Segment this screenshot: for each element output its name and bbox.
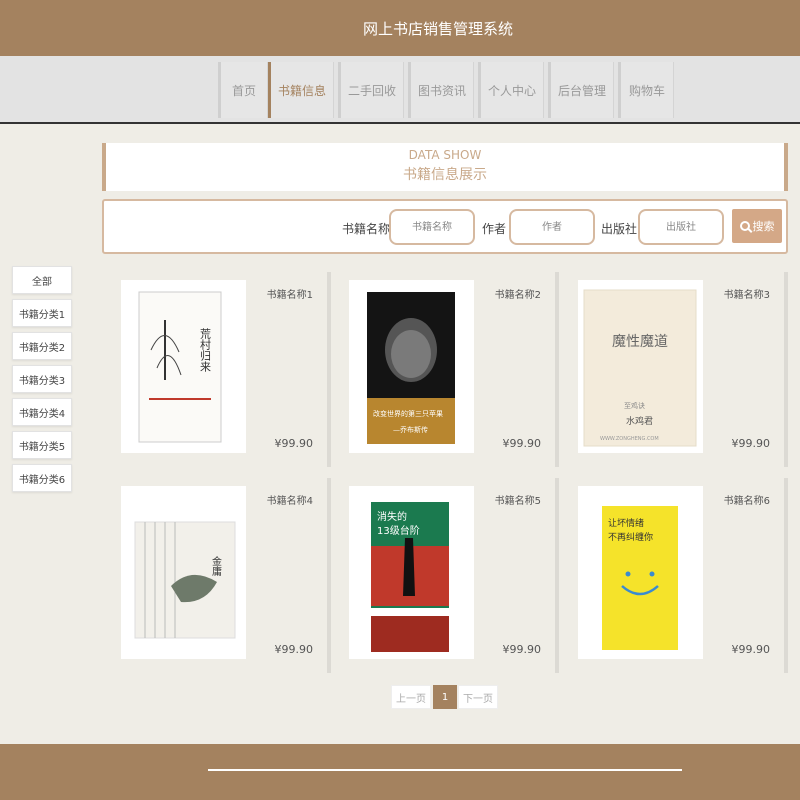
current-page-button[interactable]: 1 xyxy=(433,685,457,709)
book-price: ¥99.90 xyxy=(731,437,771,450)
search-icon xyxy=(739,221,750,231)
book-name: 书籍名称5 xyxy=(494,496,541,507)
svg-text:荒村归来: 荒村归来 xyxy=(199,328,212,372)
book-cover-image[interactable]: 消失的 13级台阶 xyxy=(349,486,474,659)
book-cover-image[interactable]: 荒村归来 xyxy=(121,280,246,453)
nav-book-news[interactable]: 图书资讯 xyxy=(408,62,474,118)
svg-text:—乔布斯传: —乔布斯传 xyxy=(393,425,428,434)
nav-personal-center[interactable]: 个人中心 xyxy=(478,62,544,118)
book-card[interactable]: 让坏情绪 不再纠缠你 书籍名称6 ¥99.90 xyxy=(578,478,788,673)
book-card[interactable]: 荒村归来 书籍名称1 ¥99.90 xyxy=(121,272,331,467)
book-cover-image[interactable]: 魔性魔道 至鸡诀 水鸡君 WWW.ZONGHENG.COM xyxy=(578,280,703,453)
book-name: 书籍名称3 xyxy=(723,290,770,301)
book-cover-art: 魔性魔道 至鸡诀 水鸡君 WWW.ZONGHENG.COM xyxy=(583,289,697,447)
svg-text:不再纠缠你: 不再纠缠你 xyxy=(608,531,653,543)
book-cover-art: 消失的 13级台阶 xyxy=(371,502,449,652)
book-price: ¥99.90 xyxy=(502,643,542,656)
site-title: 网上书店销售管理系统 xyxy=(362,19,513,38)
header: 网上书店销售管理系统 xyxy=(0,0,800,56)
banner-cn-title: 书籍信息展示 xyxy=(403,167,487,183)
search-button-label: 搜索 xyxy=(752,220,775,233)
svg-text:水鸡君: 水鸡君 xyxy=(626,415,653,427)
author-input[interactable] xyxy=(509,209,595,245)
book-card[interactable]: 改变世界的第三只苹果 —乔布斯传 书籍名称2 ¥99.90 xyxy=(349,272,559,467)
book-cover-art: 让坏情绪 不再纠缠你 xyxy=(602,506,678,650)
card-divider xyxy=(555,272,559,467)
main-nav: 首页 书籍信息 二手回收 图书资讯 个人中心 后台管理 购物车 xyxy=(0,56,800,124)
book-name-label: 书籍名称 xyxy=(342,222,391,236)
svg-text:改变世界的第三只苹果: 改变世界的第三只苹果 xyxy=(373,409,443,418)
author-label: 作者 xyxy=(482,222,507,236)
book-cover-image[interactable]: 让坏情绪 不再纠缠你 xyxy=(578,486,703,659)
svg-text:13级台阶: 13级台阶 xyxy=(377,524,420,537)
card-divider xyxy=(784,478,788,673)
category-item[interactable]: 书籍分类2 xyxy=(12,332,72,360)
book-price: ¥99.90 xyxy=(731,643,771,656)
book-price: ¥99.90 xyxy=(274,643,314,656)
footer-divider xyxy=(208,769,682,771)
category-all[interactable]: 全部 xyxy=(12,266,72,294)
category-item[interactable]: 书籍分类4 xyxy=(12,398,72,426)
svg-text:金庸: 金庸 xyxy=(210,555,222,577)
book-card[interactable]: 魔性魔道 至鸡诀 水鸡君 WWW.ZONGHENG.COM 书籍名称3 ¥99.… xyxy=(578,272,788,467)
nav-cart[interactable]: 购物车 xyxy=(618,62,674,118)
book-cover-image[interactable]: 改变世界的第三只苹果 —乔布斯传 xyxy=(349,280,474,453)
card-divider xyxy=(327,272,331,467)
card-divider xyxy=(555,478,559,673)
book-price: ¥99.90 xyxy=(502,437,542,450)
book-card[interactable]: 消失的 13级台阶 书籍名称5 ¥99.90 xyxy=(349,478,559,673)
search-bar: 书籍名称 作者 出版社 搜索 xyxy=(102,199,788,254)
category-item[interactable]: 书籍分类1 xyxy=(12,299,72,327)
prev-page-button[interactable]: 上一页 xyxy=(391,685,431,709)
book-name: 书籍名称6 xyxy=(723,496,770,507)
banner-en-title: DATA SHOW xyxy=(408,148,482,162)
book-cover-art: 改变世界的第三只苹果 —乔布斯传 xyxy=(367,292,455,444)
svg-text:WWW.ZONGHENG.COM: WWW.ZONGHENG.COM xyxy=(600,436,659,442)
next-page-button[interactable]: 下一页 xyxy=(458,685,498,709)
svg-text:魔性魔道: 魔性魔道 xyxy=(612,334,668,350)
svg-text:让坏情绪: 让坏情绪 xyxy=(608,517,644,529)
book-cover-art: 金庸 xyxy=(134,521,236,639)
publisher-label: 出版社 xyxy=(601,222,638,236)
book-card[interactable]: 金庸 书籍名称4 ¥99.90 xyxy=(121,478,331,673)
nav-admin[interactable]: 后台管理 xyxy=(548,62,614,118)
book-name: 书籍名称4 xyxy=(266,496,313,507)
category-item[interactable]: 书籍分类3 xyxy=(12,365,72,393)
publisher-input[interactable] xyxy=(638,209,724,245)
book-price: ¥99.90 xyxy=(274,437,314,450)
search-button[interactable]: 搜索 xyxy=(732,209,782,243)
nav-home[interactable]: 首页 xyxy=(218,62,268,118)
category-item[interactable]: 书籍分类6 xyxy=(12,464,72,492)
category-item[interactable]: 书籍分类5 xyxy=(12,431,72,459)
svg-text:至鸡诀: 至鸡诀 xyxy=(624,401,645,410)
book-name-input[interactable] xyxy=(389,209,475,245)
card-divider xyxy=(327,478,331,673)
book-name: 书籍名称1 xyxy=(266,290,313,301)
svg-text:消失的: 消失的 xyxy=(377,510,407,523)
nav-book-info[interactable]: 书籍信息 xyxy=(268,62,334,118)
card-divider xyxy=(784,272,788,467)
book-cover-image[interactable]: 金庸 xyxy=(121,486,246,659)
section-banner: DATA SHOW 书籍信息展示 xyxy=(102,143,788,191)
nav-secondhand-recycle[interactable]: 二手回收 xyxy=(338,62,404,118)
book-name: 书籍名称2 xyxy=(494,290,541,301)
footer xyxy=(0,744,800,800)
book-cover-art: 荒村归来 xyxy=(138,291,222,443)
